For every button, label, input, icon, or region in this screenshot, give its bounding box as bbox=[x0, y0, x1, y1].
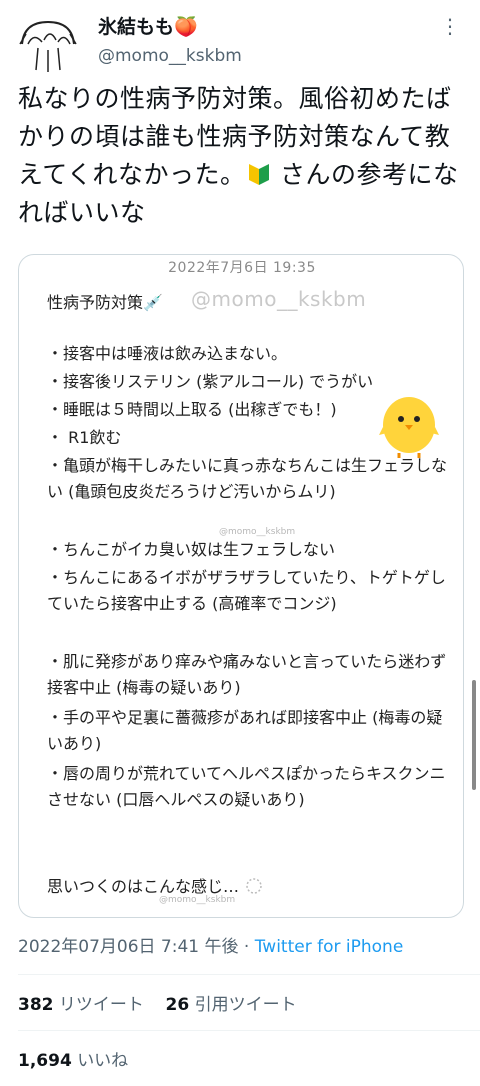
card-item-8: ・肌に発疹があり痒みや痛みないと言っていたら迷わず接客中止 (梅毒の疑いあり) bbox=[47, 652, 447, 697]
card-item-2: ・接客後リステリン (紫アルコール) でうがい bbox=[47, 372, 374, 391]
card-watermark: @momo__kskbm bbox=[191, 287, 367, 311]
tweet-source-link[interactable]: Twitter for iPhone bbox=[255, 937, 404, 957]
tweet-header: 氷結もも🍑 @momo__kskbm ⋮ bbox=[0, 0, 480, 80]
card-item-5: ・亀頭が梅干しみたいに真っ赤なちんこは生フェラしない (亀頭包皮炎だろうけど汚い… bbox=[47, 456, 448, 501]
retweets-count: 382 bbox=[18, 995, 54, 1015]
card-date: 2022年7月6日 19:35 bbox=[168, 260, 316, 276]
card-item-7: ・ちんこにあるイボがザラザラしていたり、トゲトゲしていたら接客中止する (高確率… bbox=[47, 568, 446, 613]
divider bbox=[18, 1030, 480, 1031]
quotes-stat[interactable]: 26 引用ツイート bbox=[166, 995, 297, 1015]
card-item-9: ・手の平や足裏に薔薇疹があれば即接客中止 (梅毒の疑いあり) bbox=[47, 708, 443, 753]
card-item-1: ・接客中は唾液は飲み込まない。 bbox=[47, 344, 288, 363]
card-item-10: ・唇の周りが荒れていてヘルペスぽかったらキスクンニさせない (口唇ヘルペスの疑い… bbox=[47, 764, 446, 809]
tweet-timestamp: 2022年07月06日 7:41 午後 · Twitter for iPhone bbox=[18, 932, 403, 957]
card-closing-text: 思いつくのはこんな感じ… bbox=[47, 873, 264, 897]
card-title: 性病予防対策💉 bbox=[47, 293, 163, 312]
card-item-4: ・ R1飲む bbox=[47, 428, 122, 447]
tweet-text: 私なりの性病予防対策。風俗初めたばかりの頃は誰も性病予防対策なんて教えてくれなか… bbox=[18, 80, 470, 232]
beginner-mark-icon bbox=[245, 161, 272, 187]
scrollbar[interactable] bbox=[472, 680, 476, 790]
likes-label: いいね bbox=[77, 1051, 129, 1071]
attached-image-card[interactable]: 2022年7月6日 19:35 性病予防対策💉 @momo__kskbm ・接客… bbox=[18, 254, 464, 918]
retweets-label: リツイート bbox=[58, 995, 144, 1015]
retweets-stat[interactable]: 382 リツイート bbox=[18, 995, 144, 1015]
likes-count: 1,694 bbox=[18, 1051, 72, 1071]
card-item-6: ・ちんこがイカ臭い奴は生フェラしない bbox=[47, 540, 336, 559]
card-watermark-small-1: @momo__kskbm bbox=[219, 527, 296, 537]
engagement-stats-row: 382 リツイート 26 引用ツイート bbox=[18, 990, 297, 1015]
likes-stat[interactable]: 1,694 いいね bbox=[18, 1046, 128, 1071]
card-item-3: ・睡眠は５時間以上取る (出稼ぎでも！) bbox=[47, 400, 337, 419]
quotes-count: 26 bbox=[165, 995, 190, 1015]
card-closing-label: 思いつくのはこんな感じ… bbox=[47, 877, 240, 896]
quotes-label: 引用ツイート bbox=[194, 995, 297, 1015]
card-watermark-small-2: @momo__kskbm bbox=[159, 895, 236, 905]
timestamp-text[interactable]: 2022年07月06日 7:41 午後 · bbox=[18, 937, 255, 957]
divider bbox=[18, 974, 480, 975]
more-options-icon[interactable]: ⋮ bbox=[440, 14, 461, 38]
sparkle-circle-icon bbox=[246, 878, 262, 894]
display-name[interactable]: 氷結もも🍑 bbox=[98, 12, 198, 39]
avatar[interactable] bbox=[14, 14, 82, 80]
user-handle[interactable]: @momo__kskbm bbox=[98, 46, 242, 66]
